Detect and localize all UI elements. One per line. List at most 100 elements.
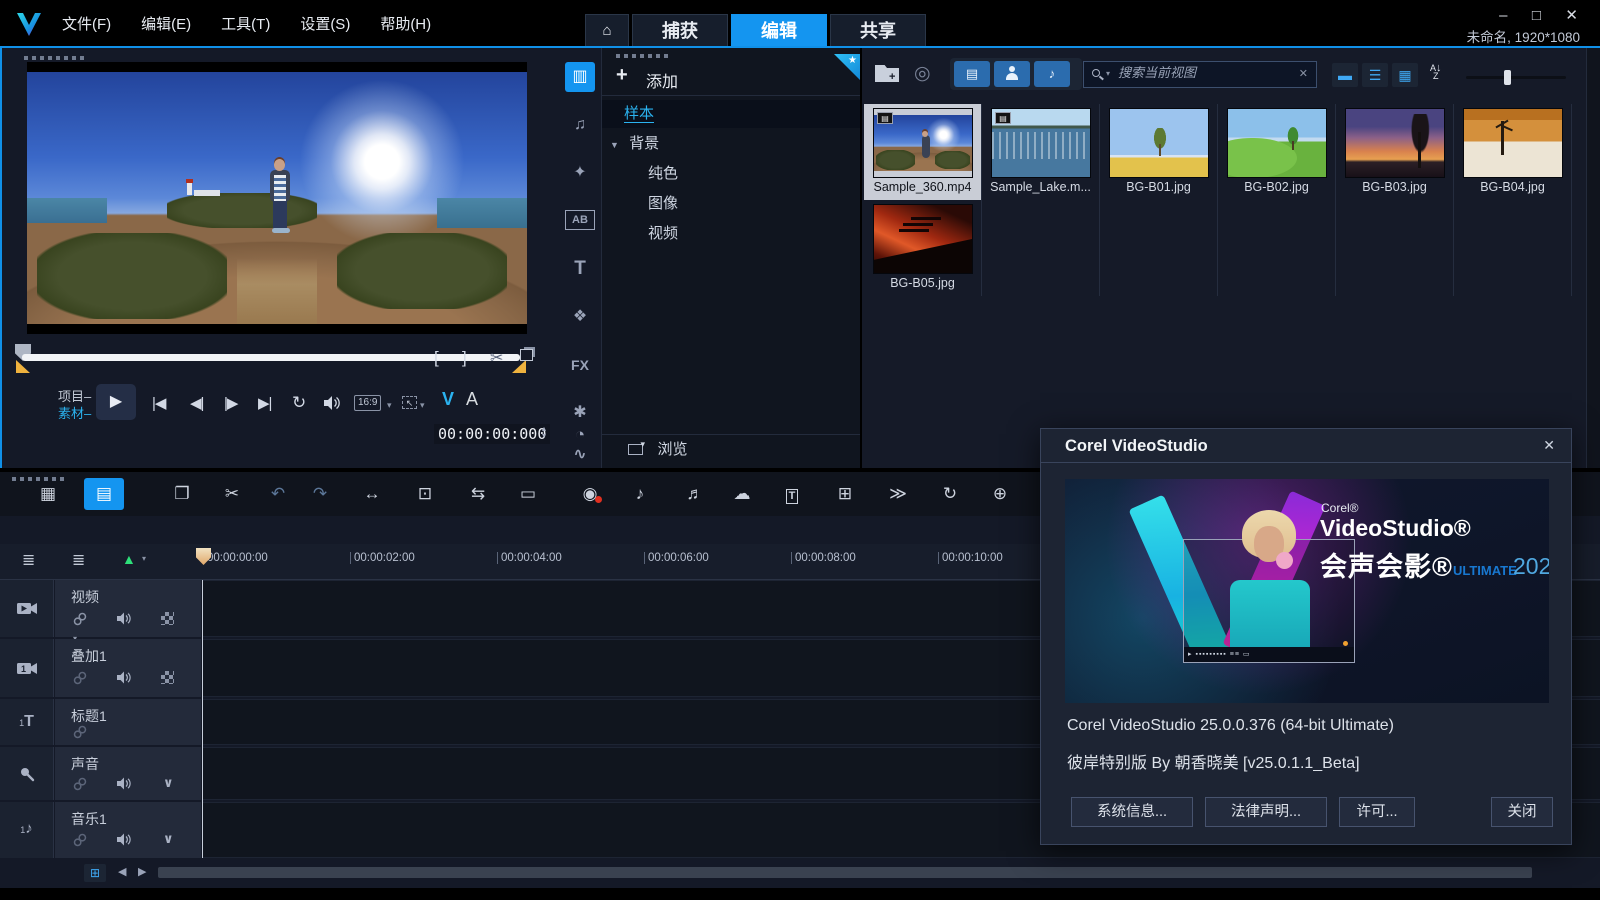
sort-button[interactable]: A↓Z (1430, 64, 1442, 80)
view-list-button[interactable]: ☰ (1362, 63, 1388, 87)
music-track-gutter[interactable]: 1♪ (0, 802, 54, 858)
link-icon[interactable] (73, 671, 89, 687)
slider-thumb[interactable] (1504, 70, 1511, 85)
library-item-bg-b05[interactable]: BG-B05.jpg (864, 200, 982, 296)
media-library-icon[interactable]: ▥ (565, 62, 595, 92)
tree-item-video[interactable]: 视频 (602, 220, 860, 248)
video-track-header[interactable]: 视频 ▾ (55, 580, 201, 637)
transparency-icon[interactable] (161, 671, 174, 684)
mute-icon[interactable] (117, 777, 133, 793)
import-folder-button[interactable]: + (875, 65, 899, 82)
view-thumbnail-button[interactable]: ▬ (1332, 63, 1358, 87)
go-to-end-button[interactable]: ▶| (258, 394, 271, 412)
scroll-right-icon[interactable]: ▶ (138, 865, 146, 878)
add-header[interactable]: + 添加 ★ (602, 62, 860, 96)
filter-photo-button[interactable] (994, 61, 1030, 87)
redo-icon[interactable]: ↷ (300, 478, 340, 510)
thumbnail-size-slider[interactable] (1466, 76, 1566, 79)
transparency-icon[interactable] (161, 612, 174, 625)
speed-effect-icon[interactable]: ≫ (878, 478, 918, 510)
waveform-icon[interactable]: ∨ (163, 775, 179, 791)
timecode-spinner[interactable]: ▴ ▾ (542, 425, 546, 439)
timecode-display[interactable]: 00:00:00:000 (434, 424, 550, 444)
tree-item-background[interactable]: ▼ 背景 (602, 130, 860, 158)
library-item-bg-b03[interactable]: BG-B03.jpg (1336, 104, 1454, 200)
filter-fx-icon[interactable]: FX (565, 350, 595, 380)
link-icon[interactable] (73, 725, 89, 741)
selection-tool-icon[interactable]: ↖ (402, 396, 417, 409)
shrink-window-icon[interactable]: ⊡ (405, 478, 445, 510)
legal-notice-button[interactable]: 法律声明... (1205, 797, 1327, 827)
mute-icon[interactable] (117, 612, 133, 628)
view-grid-button[interactable]: ▦ (1392, 63, 1418, 87)
library-item-sample-lake[interactable]: ▤ Sample_Lake.m... (982, 104, 1100, 200)
library-scrollbar[interactable] (1586, 48, 1600, 468)
filter-video-button[interactable]: ▤ (954, 61, 990, 87)
mute-icon[interactable] (117, 833, 133, 849)
overlay-track-gutter[interactable]: 1 (0, 639, 54, 697)
voice-track-header[interactable]: 声音 ∨ (55, 747, 201, 800)
clip-mode-label[interactable]: 素材– (58, 403, 91, 422)
aspect-caret-icon[interactable]: ▾ (387, 400, 392, 411)
enlarge-preview-icon[interactable] (520, 349, 533, 361)
menu-settings[interactable]: 设置(S) (300, 13, 350, 34)
storyboard-view-icon[interactable]: ▦ (28, 478, 68, 510)
search-clear-icon[interactable]: ✕ (1299, 67, 1308, 80)
tab-edit[interactable]: 编辑 (731, 14, 827, 46)
play-button[interactable]: ▶ (96, 384, 136, 420)
minimize-button[interactable]: – (1499, 7, 1507, 24)
tree-item-image[interactable]: 图像 (602, 190, 860, 218)
favorite-ribbon[interactable]: ★ (834, 54, 860, 80)
sound-mixer-icon[interactable]: ♪ (620, 478, 660, 510)
library-item-sample-360[interactable]: ▤ Sample_360.mp4 (864, 104, 982, 200)
volume-icon[interactable] (324, 396, 341, 410)
scrubber-bar[interactable] (22, 354, 520, 361)
fit-project-icon[interactable]: ↔ (352, 478, 392, 510)
previous-frame-button[interactable]: ◀| (190, 394, 203, 412)
video-track-gutter[interactable] (0, 580, 54, 637)
tab-share[interactable]: 共享 (830, 14, 926, 46)
graphics-icon[interactable]: ❖ (565, 302, 595, 332)
track-manager-icon[interactable]: ≣ (22, 550, 35, 570)
timeline-view-icon[interactable]: ▤ (84, 478, 124, 510)
tab-capture[interactable]: 捕获 (632, 14, 728, 46)
menu-edit[interactable]: 编辑(E) (141, 13, 191, 34)
audio-icon[interactable]: ♫ (565, 110, 595, 140)
library-item-bg-b02[interactable]: BG-B02.jpg (1218, 104, 1336, 200)
aspect-ratio-selector[interactable]: 16:9 (354, 395, 381, 411)
link-icon[interactable] (73, 777, 89, 793)
title-track-gutter[interactable]: 1T (0, 699, 54, 745)
filter-audio-button[interactable]: ♪ (1034, 61, 1070, 87)
expand-clip-icon[interactable]: ⇆ (458, 478, 498, 510)
search-caret-icon[interactable]: ▾ (1106, 69, 1110, 78)
music-track-header[interactable]: 音乐1 ∨ (55, 802, 201, 858)
split-screen-template-icon[interactable]: ⊞ (825, 478, 865, 510)
split-clip-icon[interactable]: ✂ (490, 348, 503, 368)
system-info-button[interactable]: 系统信息... (1071, 797, 1193, 827)
dialog-close-button[interactable]: 关闭 (1491, 797, 1553, 827)
speech-to-text-icon[interactable]: ☁ (722, 478, 762, 510)
transition-icon[interactable]: AB (565, 210, 595, 230)
menu-tools[interactable]: 工具(T) (221, 13, 270, 34)
ripple-edit-icon[interactable]: ▲ (122, 551, 136, 567)
browse-row[interactable]: ▾ 浏览 (602, 434, 860, 464)
ripple-caret-icon[interactable]: ▾ (142, 554, 146, 563)
aperture-icon[interactable]: ◎ (914, 62, 931, 85)
speed-icon[interactable]: ◔ (565, 420, 595, 450)
video-toggle-label[interactable]: V (442, 389, 454, 410)
preview-video[interactable] (27, 62, 527, 334)
batch-tools-icon[interactable]: ✂ (212, 478, 252, 510)
add-track-icon[interactable]: ≣ (72, 550, 85, 570)
title-icon[interactable]: T (565, 254, 595, 284)
auto-music-icon[interactable]: ♬ (675, 478, 715, 510)
track-motion-icon[interactable]: ⊕ (980, 478, 1020, 510)
maximize-button[interactable]: □ (1532, 7, 1541, 24)
search-input[interactable] (1118, 65, 1278, 80)
library-item-bg-b01[interactable]: BG-B01.jpg (1100, 104, 1218, 200)
home-tab[interactable]: ⌂ (585, 14, 629, 46)
category-drag-handle[interactable] (616, 54, 672, 58)
voice-track-gutter[interactable] (0, 747, 54, 800)
timeline-scrollbar[interactable] (158, 867, 1532, 878)
mask-creator-icon[interactable]: ↻ (930, 478, 970, 510)
go-to-start-button[interactable]: |◀ (152, 394, 165, 412)
